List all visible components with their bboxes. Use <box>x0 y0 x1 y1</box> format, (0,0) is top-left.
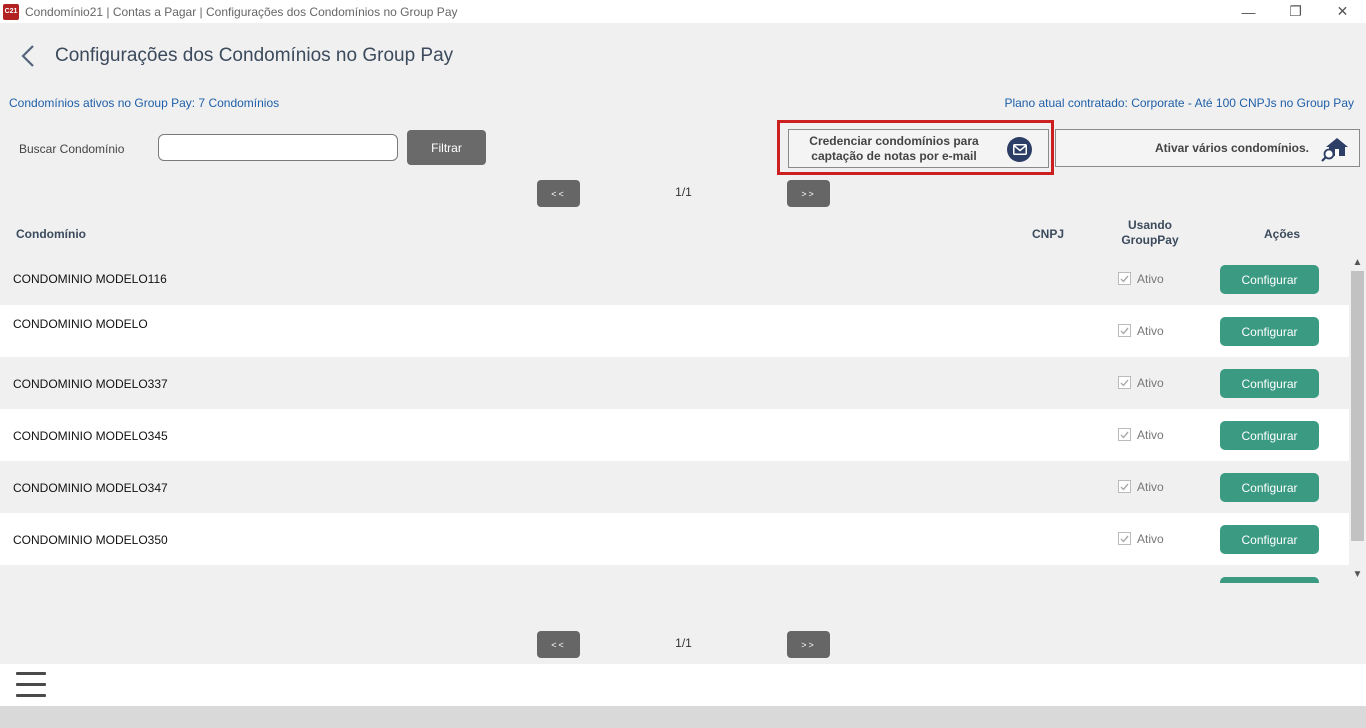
scroll-down-icon[interactable]: ▼ <box>1349 567 1366 581</box>
ativo-checkbox[interactable] <box>1118 480 1131 493</box>
scroll-thumb[interactable] <box>1351 271 1364 541</box>
table-row: CONDOMINIO MODELO345 Ativo Configurar <box>0 409 1349 461</box>
ativo-checkbox[interactable] <box>1118 324 1131 337</box>
table-row <box>0 565 1349 583</box>
column-header-cnpj: CNPJ <box>1032 227 1065 241</box>
filter-button[interactable]: Filtrar <box>407 130 486 165</box>
chevron-left-icon <box>21 45 34 67</box>
table-scrollbar[interactable]: ▲ ▼ <box>1349 253 1366 583</box>
main-content: Configurações dos Condomínios no Group P… <box>0 23 1366 664</box>
configure-button[interactable] <box>1220 577 1319 583</box>
configure-button[interactable]: Configurar <box>1220 421 1319 450</box>
column-header-name: Condomínio <box>16 227 86 241</box>
configure-button[interactable]: Configurar <box>1220 473 1319 502</box>
ativo-checkbox[interactable] <box>1118 376 1131 389</box>
next-page-button[interactable]: >> <box>787 631 830 658</box>
ativo-checkbox[interactable] <box>1118 272 1131 285</box>
column-header-using: Usando GroupPay <box>1121 218 1179 247</box>
back-button[interactable] <box>16 43 40 69</box>
condominio-name: CONDOMINIO MODELO116 <box>13 272 167 286</box>
activate-many-label: Ativar vários condomínios. <box>1154 141 1309 155</box>
condominio-name: CONDOMINIO MODELO350 <box>13 533 168 547</box>
ativo-label: Ativo <box>1137 532 1164 546</box>
table-row: CONDOMINIO MODELO347 Ativo Configurar <box>0 461 1349 513</box>
house-search-icon <box>1321 136 1349 162</box>
pagination-bottom: << 1/1 >> <box>537 631 830 658</box>
restore-button[interactable]: ❐ <box>1272 0 1319 23</box>
window-titlebar: C21 Condomínio21 | Contas a Pagar | Conf… <box>0 0 1366 23</box>
page-title: Configurações dos Condomínios no Group P… <box>55 45 454 66</box>
activate-many-button[interactable]: Ativar vários condomínios. <box>1055 129 1360 167</box>
credential-email-label: Credenciar condomínios para captação de … <box>809 133 979 163</box>
scroll-up-icon[interactable]: ▲ <box>1349 255 1366 269</box>
search-input[interactable] <box>158 134 398 161</box>
condominio-name: CONDOMINIO MODELO347 <box>13 481 168 495</box>
next-page-button[interactable]: >> <box>787 180 830 207</box>
ativo-label: Ativo <box>1137 428 1164 442</box>
ativo-label: Ativo <box>1137 272 1164 286</box>
condominio-name: CONDOMINIO MODELO345 <box>13 429 168 443</box>
configure-button[interactable]: Configurar <box>1220 369 1319 398</box>
mail-icon <box>1007 137 1032 162</box>
minimize-button[interactable]: — <box>1225 0 1272 23</box>
ativo-label: Ativo <box>1137 324 1164 338</box>
search-label: Buscar Condomínio <box>19 142 125 156</box>
active-count-text: Condomínios ativos no Group Pay: 7 Condo… <box>9 96 280 110</box>
table-body: CONDOMINIO MODELO116 Ativo Configurar CO… <box>0 253 1349 583</box>
credential-email-button[interactable]: Credenciar condomínios para captação de … <box>788 129 1049 168</box>
hamburger-menu-icon[interactable] <box>16 672 46 697</box>
window-controls: — ❐ ✕ <box>1225 0 1366 23</box>
ativo-checkbox[interactable] <box>1118 428 1131 441</box>
configure-button[interactable]: Configurar <box>1220 265 1319 294</box>
app-logo: C21 <box>3 3 19 20</box>
condominio-name: CONDOMINIO MODELO337 <box>13 377 168 391</box>
configure-button[interactable]: Configurar <box>1220 317 1319 346</box>
condominio-name: CONDOMINIO MODELO <box>13 317 148 331</box>
table-row: CONDOMINIO MODELO337 Ativo Configurar <box>0 357 1349 409</box>
window-title: Condomínio21 | Contas a Pagar | Configur… <box>25 4 458 19</box>
plan-info-text: Plano atual contratado: Corporate - Até … <box>1004 96 1354 110</box>
ativo-checkbox[interactable] <box>1118 532 1131 545</box>
table-row: CONDOMINIO MODELO116 Ativo Configurar <box>0 253 1349 305</box>
ativo-label: Ativo <box>1137 480 1164 494</box>
column-header-actions: Ações <box>1264 227 1301 241</box>
table-row: CONDOMINIO MODELO350 Ativo Configurar <box>0 513 1349 565</box>
configure-button[interactable]: Configurar <box>1220 525 1319 554</box>
pagination-top: << 1/1 >> <box>537 180 830 207</box>
ativo-label: Ativo <box>1137 376 1164 390</box>
close-button[interactable]: ✕ <box>1319 0 1366 23</box>
table-row: CONDOMINIO MODELO Ativo Configurar <box>0 305 1349 357</box>
bottom-bar <box>0 664 1366 706</box>
